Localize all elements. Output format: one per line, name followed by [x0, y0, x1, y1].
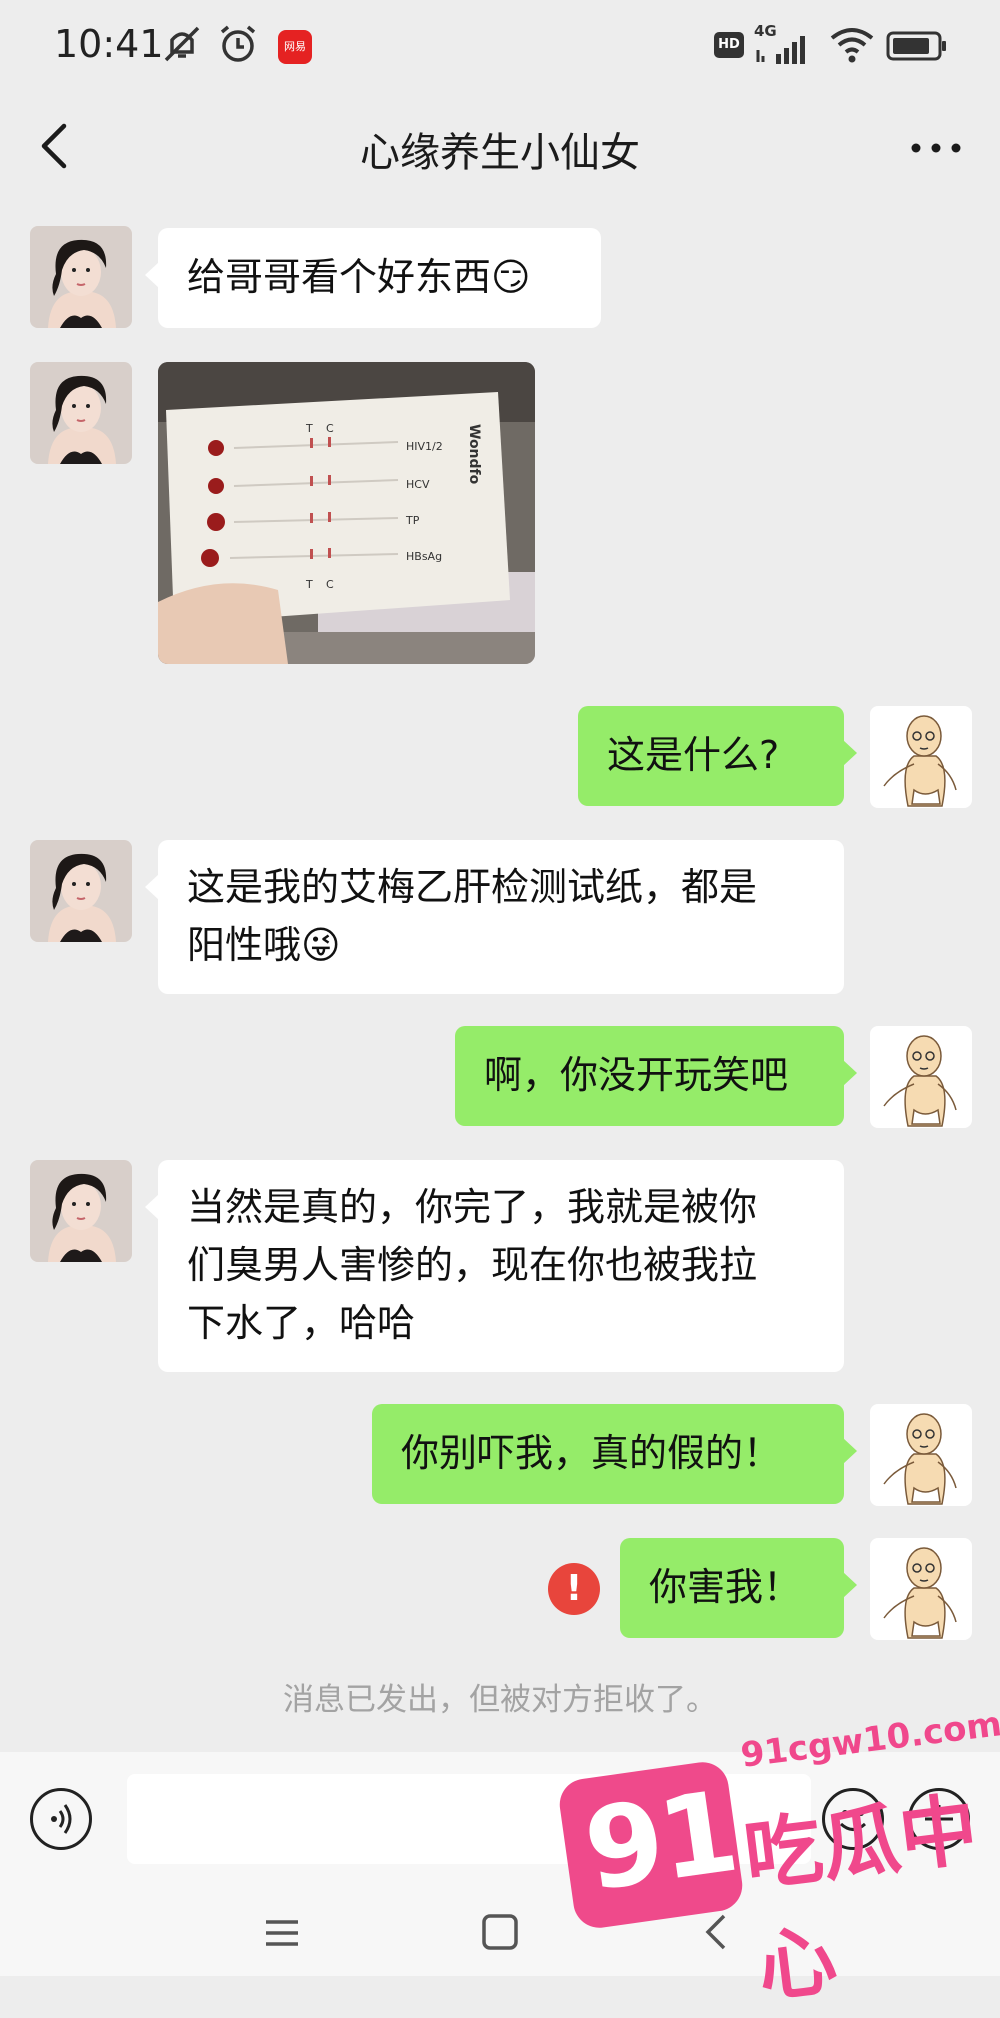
- watermark: 91cgw10.com 91 吃瓜中心: [556, 1704, 1000, 2014]
- message-bubble-received[interactable]: 这是我的艾梅乙肝检测试纸，都是 阳性哦😜: [145, 840, 844, 994]
- user-avatar[interactable]: [870, 1538, 972, 1640]
- mute-icon: [160, 22, 204, 70]
- signal-icon: 4G: [752, 22, 822, 68]
- send-failed-icon[interactable]: !: [548, 1563, 600, 1615]
- news-app-badge: 网易: [278, 30, 312, 64]
- message-bubble-sent[interactable]: 你别吓我，真的假的！: [372, 1404, 857, 1504]
- chat-title: 心缘养生小仙女: [360, 130, 640, 176]
- alarm-icon: [216, 22, 260, 70]
- hd-icon: HD: [714, 32, 744, 58]
- contact-avatar[interactable]: [30, 362, 132, 464]
- strip-brand: Wondfo: [466, 424, 482, 485]
- menu-button[interactable]: [252, 1908, 312, 1958]
- strip-label: T: [305, 422, 313, 435]
- home-button[interactable]: [470, 1908, 530, 1958]
- system-notice: 消息已发出，但被对方拒收了。: [283, 1682, 717, 1718]
- watermark-text: 吃瓜中心: [739, 1784, 983, 2014]
- home-icon: [482, 1914, 518, 1950]
- menu-icon: [266, 1920, 298, 1946]
- status-bar: 10:41 网易 HD 4G: [0, 0, 1000, 92]
- user-avatar[interactable]: [870, 1404, 972, 1506]
- strip-label: HBsAg: [406, 550, 442, 563]
- watermark-logo: 91: [556, 1758, 746, 1932]
- strip-label: T: [305, 578, 313, 591]
- more-button[interactable]: [906, 118, 966, 178]
- more-icon: [911, 143, 961, 153]
- contact-avatar[interactable]: [30, 840, 132, 942]
- message-bubble-received[interactable]: 当然是真的，你完了，我就是被你 们臭男人害惨的，现在你也被我拉 下水了，哈哈: [145, 1160, 844, 1372]
- chat-header: 心缘养生小仙女: [0, 92, 1000, 200]
- message-bubble-received[interactable]: 给哥哥看个好东西😏: [145, 228, 601, 328]
- message-bubble-sent[interactable]: 这是什么?: [578, 706, 857, 806]
- message-bubble-sent[interactable]: 啊，你没开玩笑吧: [455, 1026, 857, 1126]
- strip-label: HCV: [406, 478, 430, 491]
- test-strip-photo[interactable]: T C HIV1/2 HCV TP HBsAg T C Wondfo: [158, 362, 535, 664]
- strip-label: C: [326, 578, 334, 591]
- contact-avatar[interactable]: [30, 1160, 132, 1262]
- user-avatar[interactable]: [870, 706, 972, 808]
- strip-label: C: [326, 422, 334, 435]
- message-bubble-sent[interactable]: 你害我！: [620, 1538, 857, 1638]
- battery-icon: [886, 30, 948, 66]
- user-avatar[interactable]: [870, 1026, 972, 1128]
- strip-label: TP: [405, 514, 420, 527]
- wifi-icon: [830, 26, 874, 70]
- contact-avatar[interactable]: [30, 226, 132, 328]
- voice-icon: [51, 1804, 72, 1834]
- status-time: 10:41: [54, 22, 164, 66]
- voice-button[interactable]: [30, 1788, 92, 1850]
- strip-label: HIV1/2: [406, 440, 443, 453]
